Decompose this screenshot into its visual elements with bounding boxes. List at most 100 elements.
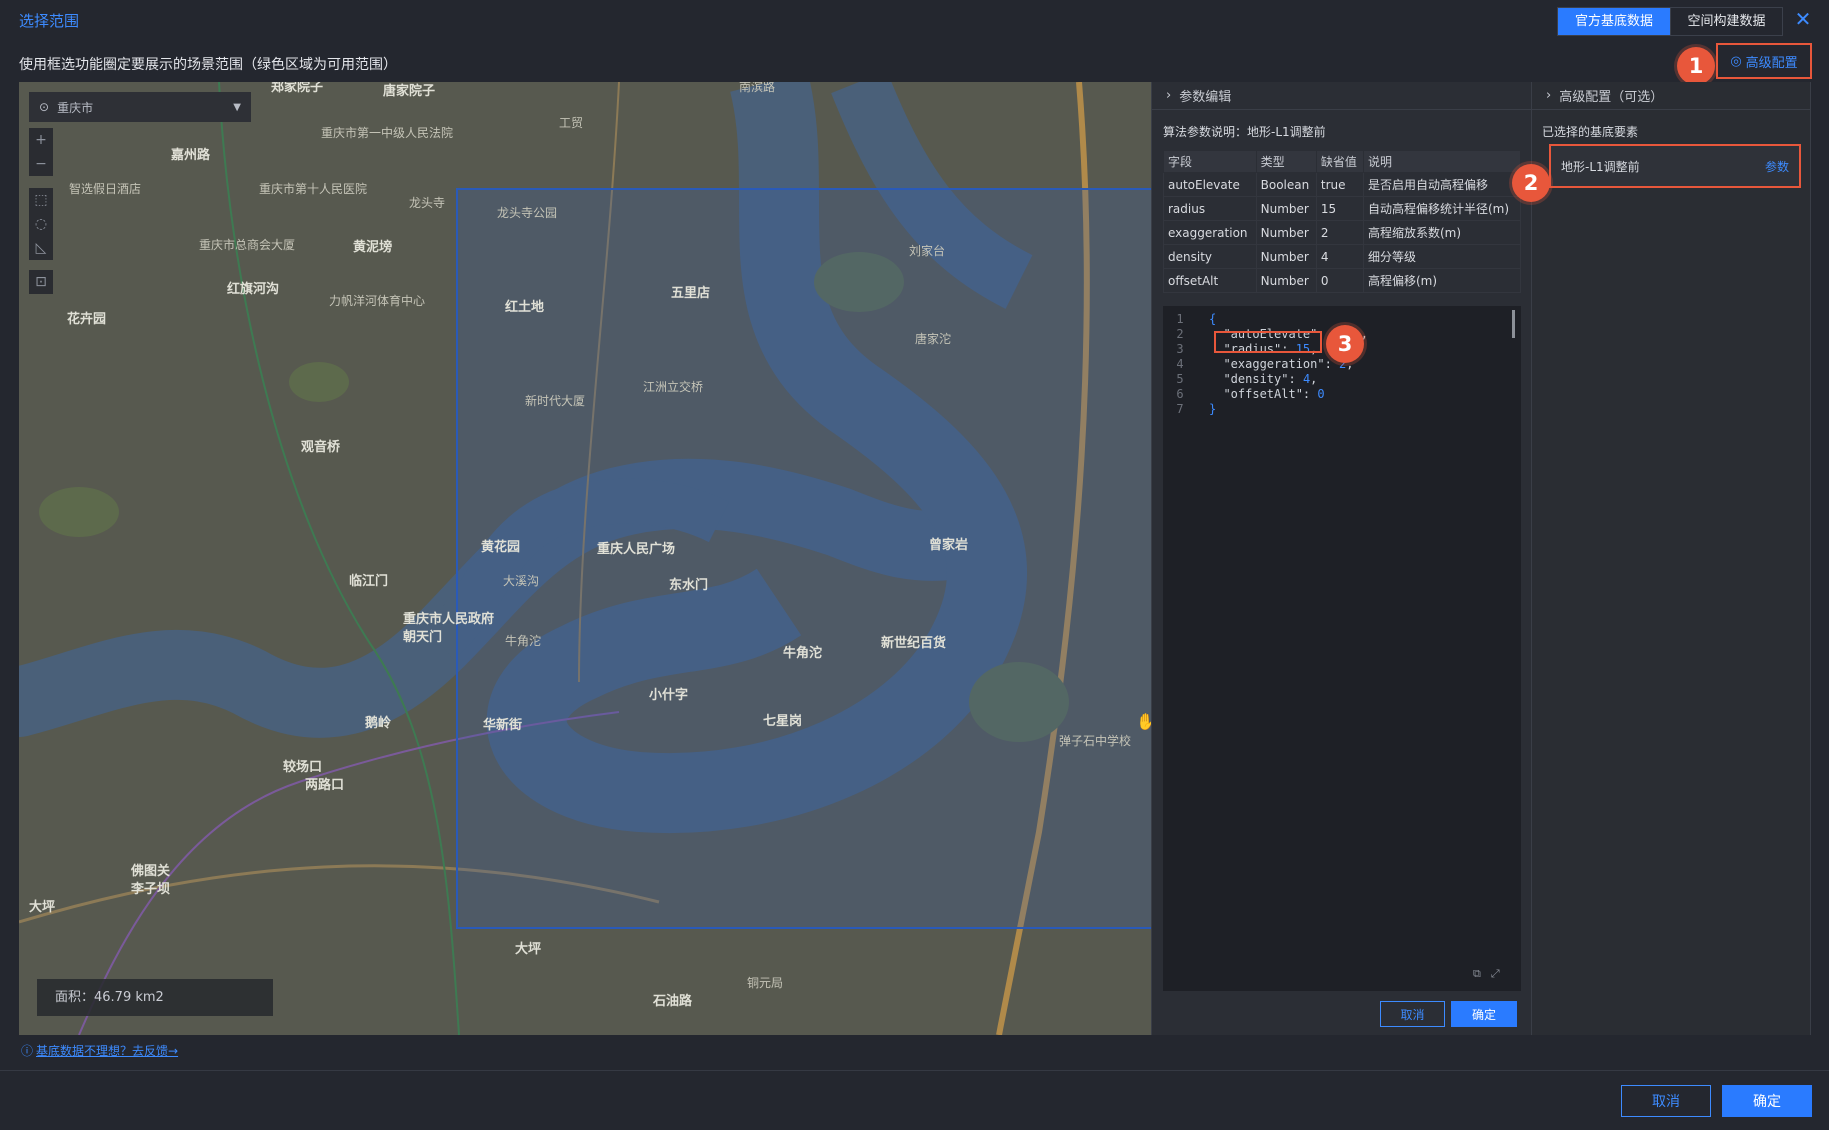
param-panel-title: 参数编辑 xyxy=(1179,90,1232,105)
table-cell: true xyxy=(1315,172,1364,197)
fullscreen-icon[interactable]: ⤢ xyxy=(1491,967,1500,981)
area-readout: 面积：46.79 km2 xyxy=(37,979,273,1016)
map-label: 佛图关 xyxy=(131,864,171,879)
advanced-config-label: 高级配置 xyxy=(1745,55,1798,71)
table-cell: Boolean xyxy=(1255,172,1317,197)
city-select[interactable]: ⊙ 重庆市 ▼ xyxy=(29,92,251,122)
confirm-button[interactable]: 确定 xyxy=(1722,1085,1812,1117)
map-label: 临江门 xyxy=(349,574,389,589)
column-header: 类型 xyxy=(1255,150,1317,173)
map-canvas[interactable]: 郑家院子 唐家院子 嘉州路 重庆市第一中级人民法院 智选假日酒店 重庆市第十人民… xyxy=(19,82,1151,1035)
table-cell: 4 xyxy=(1315,244,1364,269)
element-params-link[interactable]: 参数 xyxy=(1765,158,1789,175)
table-header-row: 字段 类型 缺省值 说明 xyxy=(1163,150,1522,173)
adv-panel-title: 高级配置（可选） xyxy=(1559,90,1664,105)
table-cell: 高程缩放系数(m) xyxy=(1362,220,1522,245)
table-row: radius Number 15 自动高程偏移统计半径(m) xyxy=(1163,196,1522,221)
table-cell: radius xyxy=(1163,196,1257,221)
map-label: 牛角沱 xyxy=(783,646,823,661)
tab-space-build-data[interactable]: 空间构建数据 xyxy=(1670,8,1782,35)
line-number: 2 xyxy=(1176,327,1184,341)
table-cell: Number xyxy=(1255,220,1317,245)
extra-tools: ⊡ xyxy=(29,270,53,294)
radius-highlight xyxy=(1214,331,1322,353)
feedback-link[interactable]: ⓘ 基底数据不理想？去反馈→ xyxy=(21,1042,178,1059)
map-label: 智选假日酒店 xyxy=(69,182,142,196)
selection-rectangle[interactable] xyxy=(456,188,1151,929)
line-number: 7 xyxy=(1176,402,1184,416)
line-number: 4 xyxy=(1176,357,1184,371)
rectangle-draw-icon[interactable]: ⬚ xyxy=(29,188,53,212)
map-label: 较场口 xyxy=(283,760,323,775)
map-label: 华新街 xyxy=(483,718,523,733)
map-label: 两路口 xyxy=(305,778,345,793)
map-label: 龙头寺 xyxy=(409,196,446,210)
zoom-in-icon[interactable]: + xyxy=(29,128,53,152)
chevron-right-icon: › xyxy=(1166,88,1172,103)
line-numbers: 1 2 3 4 5 6 7 xyxy=(1163,312,1197,417)
terminal-icon[interactable]: ⊡ xyxy=(29,270,53,294)
map-label: 大溪沟 xyxy=(503,574,540,588)
map-label: 东水门 xyxy=(669,578,709,593)
map-label: 新时代大厦 xyxy=(525,394,586,408)
chevron-right-icon: › xyxy=(1546,88,1552,103)
advanced-config-link[interactable]: ◎ 高级配置 xyxy=(1716,43,1812,79)
code-scrollbar[interactable] xyxy=(1512,310,1515,338)
code-token: 0 xyxy=(1317,387,1325,401)
circle-draw-icon[interactable]: ◌ xyxy=(29,212,53,236)
table-row: density Number 4 细分等级 xyxy=(1163,244,1522,269)
table-cell: 是否启用自动高程偏移 xyxy=(1362,172,1522,197)
table-cell: 0 xyxy=(1315,268,1364,293)
json-code-editor[interactable]: 1 2 3 4 5 6 7 { "autoElevate": true, "ra… xyxy=(1163,306,1521,991)
adv-panel-header[interactable]: › 高级配置（可选） xyxy=(1532,82,1810,110)
map-label: 重庆市第一中级人民法院 xyxy=(321,126,454,140)
map-label: 朝天门 xyxy=(403,630,443,645)
param-confirm-button[interactable]: 确定 xyxy=(1451,1001,1517,1027)
map-label: 鹅岭 xyxy=(365,716,392,731)
zoom-out-icon[interactable]: − xyxy=(29,152,53,176)
map-label: 大坪 xyxy=(515,942,542,957)
cancel-button[interactable]: 取消 xyxy=(1621,1085,1711,1117)
map-label: 七星岗 xyxy=(763,714,803,729)
map-label: 牛角沱 xyxy=(505,634,542,648)
copy-icon[interactable]: ⧉ xyxy=(1473,967,1481,981)
line-number: 6 xyxy=(1176,387,1184,401)
footer-divider xyxy=(0,1070,1829,1071)
param-panel-header[interactable]: › 参数编辑 xyxy=(1152,82,1531,110)
map-label: 新世纪百货 xyxy=(881,636,947,651)
map-label: 李子坝 xyxy=(131,882,171,897)
table-cell: offsetAlt xyxy=(1163,268,1257,293)
map-label: 弹子石中学校 xyxy=(1059,734,1132,748)
table-cell: 15 xyxy=(1315,196,1364,221)
map-label: 五里店 xyxy=(671,286,711,301)
city-select-value: 重庆市 xyxy=(57,100,94,115)
code-token: "exaggeration": xyxy=(1223,357,1340,371)
map-label: 唐家院子 xyxy=(383,84,436,99)
param-edit-panel: › 参数编辑 算法参数说明：地形-L1调整前 字段 类型 缺省值 说明 auto… xyxy=(1151,82,1532,1035)
line-number: 5 xyxy=(1176,372,1184,386)
feedback-label: 基底数据不理想？去反馈→ xyxy=(36,1044,179,1058)
param-cancel-button[interactable]: 取消 xyxy=(1380,1001,1445,1027)
map-label: 花卉园 xyxy=(67,312,107,327)
map-label: 力帆洋河体育中心 xyxy=(329,294,426,308)
tab-official-data[interactable]: 官方基底数据 xyxy=(1558,8,1670,35)
map-label: 嘉州路 xyxy=(171,148,211,163)
table-cell: Number xyxy=(1255,196,1317,221)
chevron-down-icon: ▼ xyxy=(233,101,241,113)
map-label: 工贸 xyxy=(559,116,584,130)
table-cell: 高程偏移(m) xyxy=(1362,268,1522,293)
close-icon[interactable]: ✕ xyxy=(1792,8,1814,30)
polygon-draw-icon[interactable]: ◺ xyxy=(29,236,53,260)
code-token: } xyxy=(1209,402,1217,416)
map-label: 刘家台 xyxy=(909,244,946,258)
code-token: 4 xyxy=(1302,372,1311,386)
column-header: 字段 xyxy=(1163,150,1257,173)
table-row: autoElevate Boolean true 是否启用自动高程偏移 xyxy=(1163,172,1522,197)
selected-element-item[interactable]: 地形-L1调整前 参数 xyxy=(1549,144,1801,188)
algo-description: 算法参数说明：地形-L1调整前 xyxy=(1163,125,1326,139)
zoom-controls: + − xyxy=(29,128,53,176)
table-row: exaggeration Number 2 高程缩放系数(m) xyxy=(1163,220,1522,245)
map-label: 铜元局 xyxy=(747,976,784,990)
map-label: 红土地 xyxy=(505,300,545,315)
table-cell: 自动高程偏移统计半径(m) xyxy=(1362,196,1522,221)
